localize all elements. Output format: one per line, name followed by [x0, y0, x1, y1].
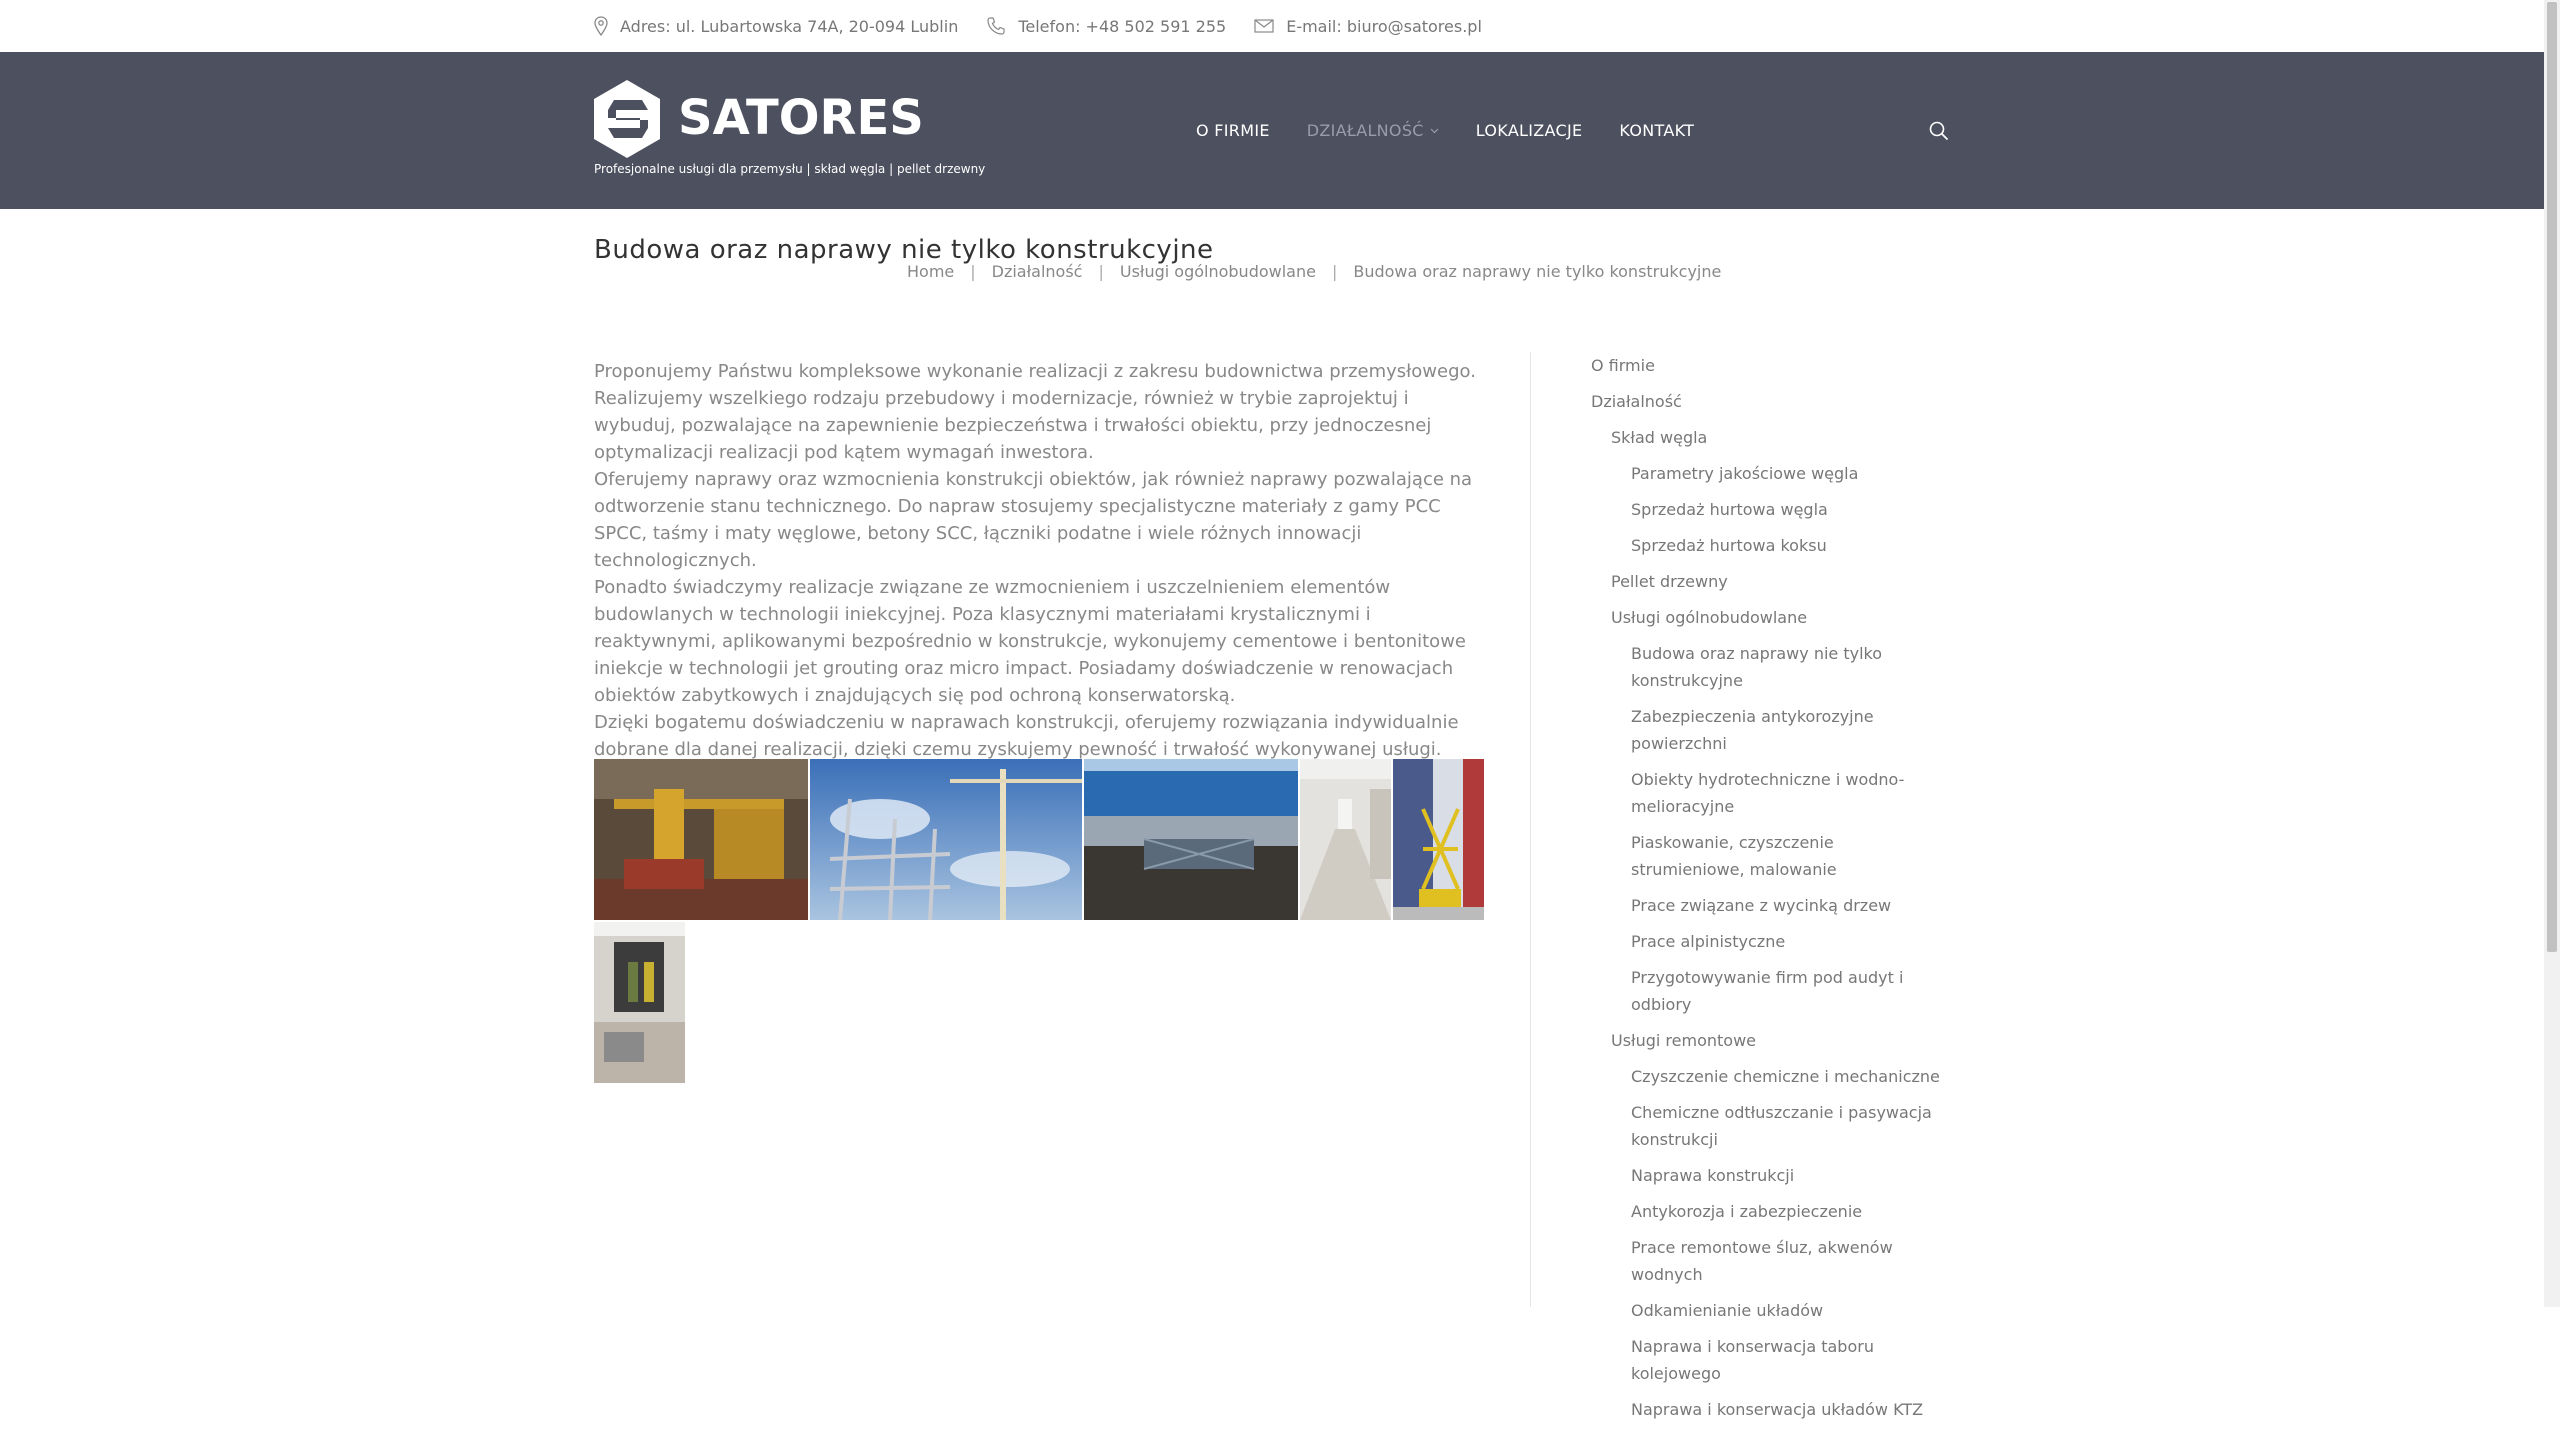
scrollbar-thumb[interactable]	[2547, 2, 2557, 952]
breadcrumb-current: Budowa oraz naprawy nie tylko konstrukcy…	[1353, 262, 1722, 281]
photo-gallery	[594, 759, 1484, 1085]
search-icon	[1929, 121, 1949, 141]
sidebar-item[interactable]: Piaskowanie, czyszczenie strumieniowe, m…	[1591, 829, 1951, 883]
sidebar-item[interactable]: Przygotowywanie firm pod audyt i odbiory	[1591, 964, 1951, 1018]
page-title: Budowa oraz naprawy nie tylko konstrukcy…	[594, 235, 1214, 266]
sidebar-item[interactable]: Naprawa i konserwacja taboru kolejowego	[1591, 1333, 1951, 1387]
sidebar-item[interactable]: Usługi remontowe	[1591, 1027, 1951, 1054]
nav-label: KONTAKT	[1619, 121, 1695, 140]
sidebar-item[interactable]: Prace związane z wycinką drzew	[1591, 892, 1951, 919]
gallery-photo-crane-steel-frame[interactable]	[810, 759, 1082, 920]
sidebar-item[interactable]: Zabezpieczenia antykorozyjne powierzchni	[1591, 703, 1951, 757]
gallery-photo-yellow-machine[interactable]	[594, 759, 808, 920]
sidebar-item[interactable]: Naprawa konstrukcji	[1591, 1162, 1951, 1189]
address-item: Adres: ul. Lubartowska 74A, 20-094 Lubli…	[594, 16, 958, 36]
nav-label: LOKALIZACJE	[1475, 121, 1583, 140]
main-nav: O FIRMIE DZIAŁALNOŚĆ LOKALIZACJE KONTAKT	[1196, 52, 1694, 209]
email-text[interactable]: E-mail: biuro@satores.pl	[1286, 17, 1482, 36]
logo-mark-icon	[594, 80, 660, 158]
breadcrumb-separator: |	[970, 262, 976, 281]
main-content: Proponujemy Państwu kompleksowe wykonani…	[594, 358, 1484, 763]
content-paragraph: Proponujemy Państwu kompleksowe wykonani…	[594, 361, 1476, 463]
sidebar-item[interactable]: Parametry jakościowe węgla	[1591, 460, 1951, 487]
sidebar-menu: O firmie Działalność Skład węgla Parametry …	[1591, 352, 1951, 1432]
site-logo[interactable]: SATORES Profesjonalne usługi dla przemys…	[594, 80, 994, 180]
logo-tagline: Profesjonalne usługi dla przemysłu | skł…	[594, 162, 986, 176]
nav-kontakt[interactable]: KONTAKT	[1619, 121, 1694, 140]
sidebar-item[interactable]: Czyszczenie chemiczne i mechaniczne	[1591, 1063, 1951, 1090]
sidebar-item[interactable]: Naprawa i konserwacja układów KTZ	[1591, 1396, 1951, 1423]
logo-text: SATORES	[678, 90, 924, 146]
nav-o-firmie[interactable]: O FIRMIE	[1196, 121, 1270, 140]
sidebar-item[interactable]: Chemiczne odtłuszczanie i pasywacja kons…	[1591, 1099, 1951, 1153]
sidebar-item[interactable]: Pellet drzewny	[1591, 568, 1951, 595]
content-paragraph: Ponadto świadczymy realizacje związane z…	[594, 577, 1466, 706]
breadcrumb-home[interactable]: Home	[907, 262, 954, 281]
email-item[interactable]: E-mail: biuro@satores.pl	[1254, 17, 1482, 36]
sidebar-item[interactable]: Antykorozja i zabezpieczenie	[1591, 1198, 1951, 1225]
nav-dzialalnosc[interactable]: DZIAŁALNOŚĆ	[1307, 121, 1439, 140]
sidebar-item[interactable]: Prace alpinistyczne	[1591, 928, 1951, 955]
breadcrumb-uslugi[interactable]: Usługi ogólnobudowlane	[1120, 262, 1316, 281]
gallery-photo-scissor-lift[interactable]	[1393, 759, 1484, 920]
map-pin-icon	[594, 16, 608, 36]
phone-item[interactable]: Telefon: +48 502 591 255	[986, 16, 1226, 36]
phone-icon	[986, 16, 1006, 36]
nav-lokalizacje[interactable]: LOKALIZACJE	[1476, 121, 1583, 140]
sidebar-item[interactable]: Sprzedaż hurtowa koksu	[1591, 532, 1951, 559]
sidebar-item[interactable]: Prace remontowe śluz, akwenów wodnych	[1591, 1234, 1951, 1288]
sidebar-item[interactable]: Działalność	[1591, 388, 1951, 415]
sidebar-item[interactable]: Skład węgla	[1591, 424, 1951, 451]
sidebar-item[interactable]: Usługi ogólnobudowlane	[1591, 604, 1951, 631]
sidebar-item[interactable]: O firmie	[1591, 352, 1951, 379]
breadcrumb: Home | Działalność | Usługi ogólnobudowl…	[907, 262, 1721, 281]
breadcrumb-separator: |	[1331, 262, 1338, 281]
scrollbar[interactable]	[2544, 0, 2560, 1307]
sidebar-item[interactable]: Sprzedaż hurtowa węgla	[1591, 496, 1951, 523]
content-paragraph: Dzięki bogatemu doświadczeniu w naprawac…	[594, 712, 1459, 760]
breadcrumb-separator: |	[1098, 262, 1104, 281]
content-paragraph: Oferujemy naprawy oraz wzmocnienia konst…	[594, 469, 1473, 571]
envelope-icon	[1254, 19, 1274, 33]
sidebar-item[interactable]: Budowa oraz naprawy nie tylko konstrukcy…	[1591, 640, 1951, 694]
phone-text[interactable]: Telefon: +48 502 591 255	[1018, 17, 1226, 36]
site-header: SATORES Profesjonalne usługi dla przemys…	[0, 52, 2544, 209]
sidebar-item[interactable]: Odkamienianie układów	[1591, 1297, 1951, 1324]
sidebar-divider	[1530, 352, 1531, 1307]
gallery-photo-blue-structure[interactable]	[1084, 759, 1298, 920]
chevron-down-icon	[1430, 128, 1439, 133]
search-button[interactable]	[1928, 120, 1950, 142]
breadcrumb-dzialalnosc[interactable]: Działalność	[992, 262, 1083, 281]
address-text: Adres: ul. Lubartowska 74A, 20-094 Lubli…	[620, 16, 959, 36]
top-info-bar: Adres: ul. Lubartowska 74A, 20-094 Lubli…	[0, 0, 2544, 52]
nav-label: O FIRMIE	[1196, 121, 1270, 140]
nav-label: DZIAŁALNOŚĆ	[1306, 121, 1424, 140]
sidebar-item[interactable]: Obiekty hydrotechniczne i wodno-meliorac…	[1591, 766, 1951, 820]
gallery-photo-workers-room[interactable]	[594, 922, 685, 1083]
gallery-photo-corridor[interactable]	[1300, 759, 1391, 920]
